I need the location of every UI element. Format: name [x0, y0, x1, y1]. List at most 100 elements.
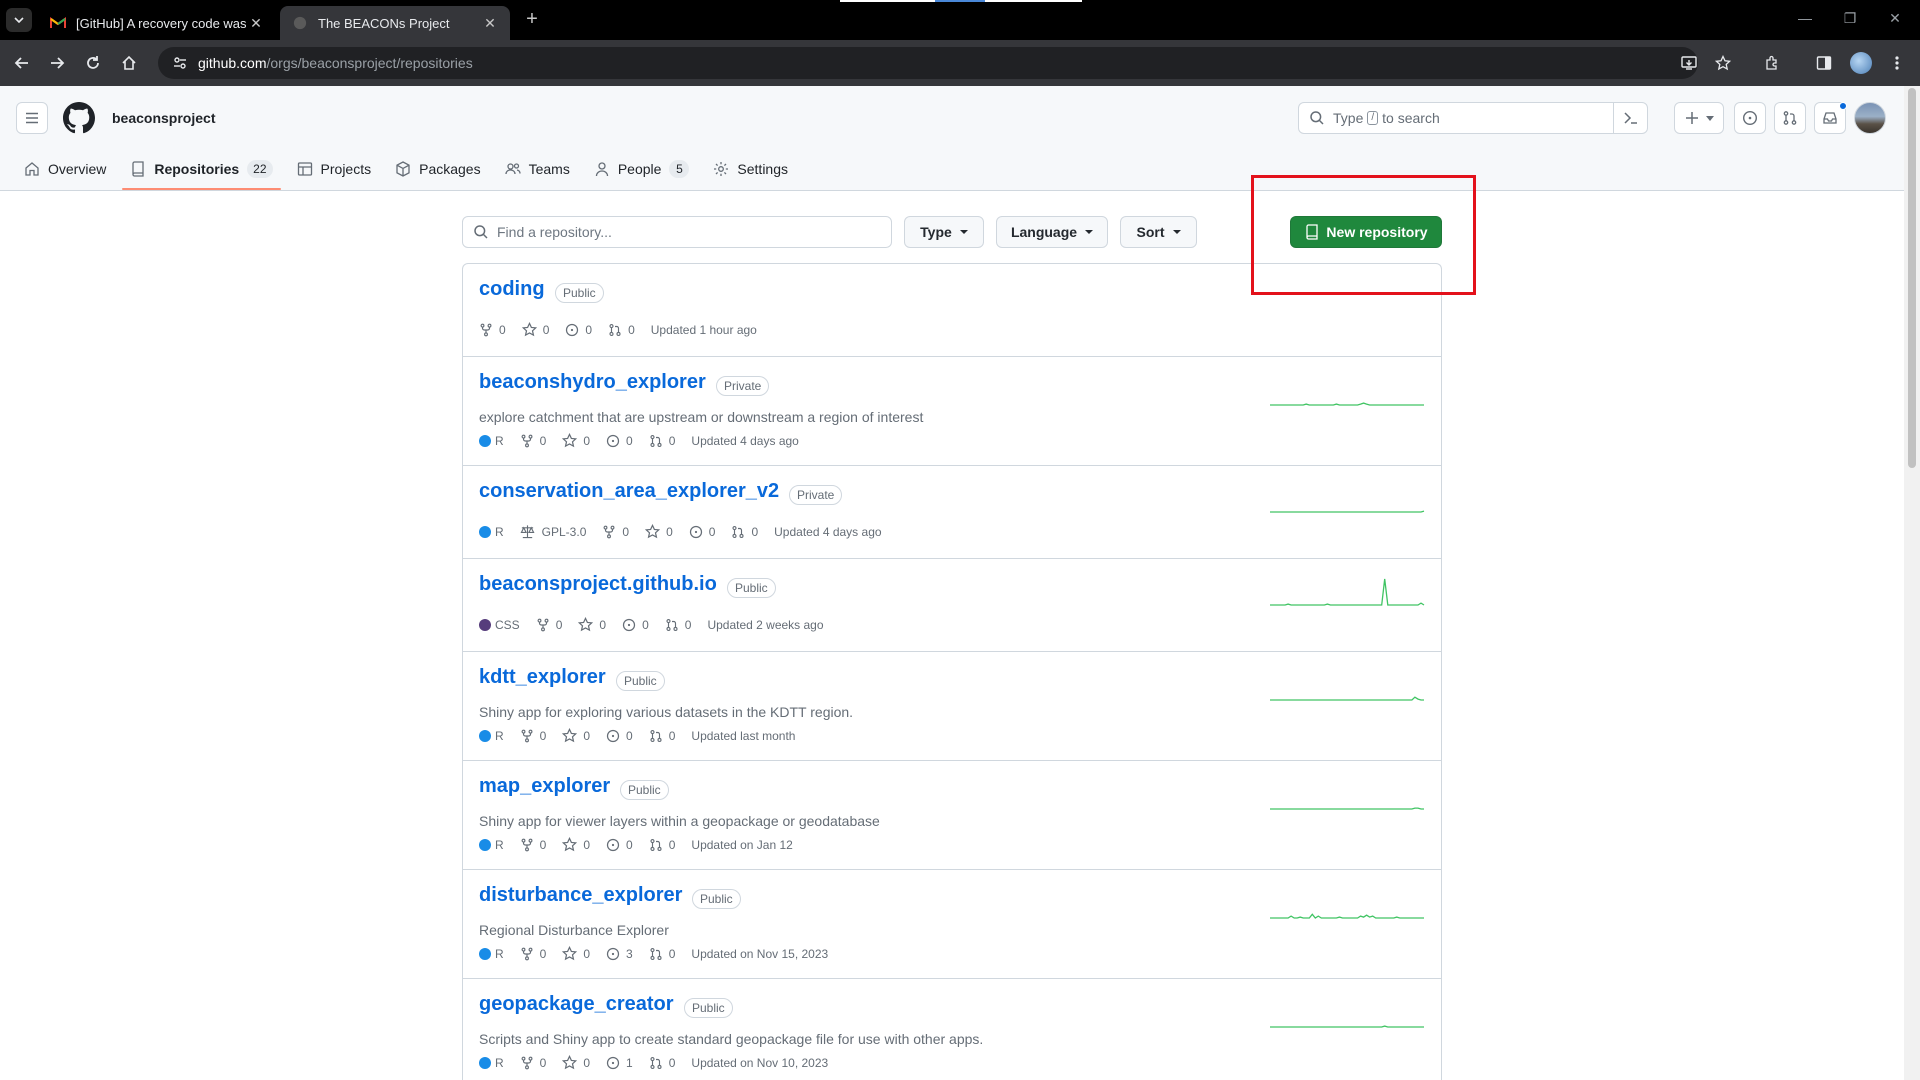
- close-tab-icon[interactable]: ✕: [482, 15, 498, 32]
- repo-forks[interactable]: 0: [520, 838, 546, 852]
- minimize-icon[interactable]: —: [1785, 10, 1825, 26]
- side-panel-icon[interactable]: [1813, 52, 1835, 74]
- repo-issues[interactable]: 0: [606, 434, 633, 448]
- tab-teams[interactable]: Teams: [497, 148, 578, 190]
- create-new-button[interactable]: [1674, 102, 1724, 134]
- page-scrollbar[interactable]: [1904, 86, 1920, 1080]
- repo-pull-requests[interactable]: 0: [649, 434, 675, 448]
- repo-issues[interactable]: 3: [606, 947, 633, 961]
- language-filter-button[interactable]: Language: [996, 216, 1108, 248]
- global-search-input[interactable]: Type / to search: [1298, 102, 1648, 134]
- repo-stars[interactable]: 0: [562, 946, 590, 961]
- repo-meta: CSS 0 0 0 0 Updated 2 weeks ago: [479, 617, 840, 632]
- repo-name-link[interactable]: beaconsproject.github.io: [479, 573, 717, 596]
- repo-forks[interactable]: 0: [520, 1056, 546, 1070]
- repo-name-link[interactable]: kdtt_explorer: [479, 666, 606, 689]
- repo-stars[interactable]: 0: [562, 837, 590, 852]
- repo-updated: Updated 4 days ago: [691, 434, 798, 448]
- tab-search-button[interactable]: [6, 8, 32, 32]
- scrollbar-thumb[interactable]: [1908, 88, 1916, 468]
- repo-pull-requests[interactable]: 0: [608, 323, 635, 337]
- find-repository-input[interactable]: Find a repository...: [462, 216, 892, 248]
- org-name-link[interactable]: beaconsproject: [112, 110, 215, 126]
- repo-pull-requests[interactable]: 0: [649, 729, 675, 743]
- repo-forks[interactable]: 0: [536, 618, 562, 632]
- star-icon: [645, 524, 663, 539]
- repo-forks[interactable]: 0: [520, 434, 546, 448]
- restore-icon[interactable]: ❐: [1830, 10, 1870, 27]
- home-icon[interactable]: [117, 51, 141, 75]
- language-color-dot: [479, 434, 491, 447]
- repo-name-link[interactable]: map_explorer: [479, 775, 610, 798]
- user-avatar[interactable]: [1854, 102, 1886, 134]
- hamburger-menu-icon[interactable]: [16, 102, 48, 134]
- repo-stars[interactable]: 0: [578, 617, 606, 632]
- repo-pull-requests[interactable]: 0: [649, 947, 675, 961]
- repo-pull-requests[interactable]: 0: [665, 618, 691, 632]
- activity-sparkline: [1270, 1025, 1424, 1028]
- repo-pull-requests[interactable]: 0: [649, 838, 675, 852]
- repo-row: map_explorer Public Shiny app for viewer l…: [463, 761, 1441, 870]
- caret-down-icon: [1172, 230, 1181, 234]
- repo-issues[interactable]: 0: [689, 525, 715, 539]
- browser-tab-beacons[interactable]: The BEACONs Project ✕: [280, 6, 510, 40]
- browser-tab-gmail[interactable]: [GitHub] A recovery code was u ✕: [38, 6, 276, 40]
- extensions-icon[interactable]: [1761, 52, 1783, 74]
- repo-forks[interactable]: 0: [602, 525, 629, 539]
- forward-icon[interactable]: [45, 51, 69, 75]
- repo-name-link[interactable]: coding: [479, 278, 545, 301]
- install-app-icon[interactable]: [1678, 52, 1700, 74]
- repo-stars[interactable]: 0: [562, 433, 590, 448]
- tab-settings[interactable]: Settings: [705, 148, 796, 190]
- browser-profile-avatar[interactable]: [1850, 52, 1872, 74]
- tab-packages[interactable]: Packages: [387, 148, 488, 190]
- tab-projects[interactable]: Projects: [289, 148, 380, 190]
- repo-pull-requests[interactable]: 0: [731, 525, 758, 539]
- repo-meta: R 0 0 0 0 Updated last month: [479, 728, 811, 743]
- repo-pull-requests[interactable]: 0: [649, 1056, 675, 1070]
- repo-issues[interactable]: 0: [606, 838, 633, 852]
- tab-overview[interactable]: Overview: [16, 148, 114, 190]
- reload-icon[interactable]: [81, 51, 105, 75]
- command-palette-icon[interactable]: [1613, 103, 1647, 133]
- language-name: R: [495, 433, 504, 448]
- sort-button[interactable]: Sort: [1120, 216, 1197, 248]
- repo-stars[interactable]: 0: [521, 322, 549, 337]
- repo-name-link[interactable]: conservation_area_explorer_v2: [479, 480, 779, 503]
- repo-name-link[interactable]: disturbance_explorer: [479, 884, 682, 907]
- url-host: github.com: [198, 55, 267, 71]
- issue-opened-icon: [606, 838, 623, 852]
- repo-forks[interactable]: 0: [520, 947, 546, 961]
- type-filter-button[interactable]: Type: [904, 216, 984, 248]
- issues-button[interactable]: [1734, 102, 1766, 134]
- repo-language: R: [479, 434, 504, 448]
- tab-repositories[interactable]: Repositories 22: [122, 148, 281, 190]
- repo-license[interactable]: GPL-3.0: [520, 524, 586, 539]
- tab-label: Overview: [48, 161, 107, 177]
- issues-count: 1: [626, 1055, 633, 1070]
- repo-name-link[interactable]: beaconshydro_explorer: [479, 371, 706, 394]
- browser-menu-icon[interactable]: [1886, 52, 1908, 74]
- language-color-dot: [479, 947, 491, 960]
- close-window-icon[interactable]: ✕: [1875, 10, 1915, 27]
- repo-name-link[interactable]: geopackage_creator: [479, 993, 674, 1016]
- repo-issues[interactable]: 0: [622, 618, 649, 632]
- repo-issues[interactable]: 1: [606, 1056, 633, 1070]
- repo-issues[interactable]: 0: [565, 323, 592, 337]
- github-logo-icon[interactable]: [63, 102, 95, 134]
- site-info-icon[interactable]: [172, 55, 188, 71]
- repo-forks[interactable]: 0: [520, 729, 546, 743]
- repo-stars[interactable]: 0: [645, 524, 673, 539]
- repo-stars[interactable]: 0: [562, 728, 590, 743]
- repo-forks[interactable]: 0: [479, 323, 506, 337]
- repo-updated: Updated 4 days ago: [774, 525, 881, 539]
- pull-requests-button[interactable]: [1774, 102, 1806, 134]
- new-tab-button[interactable]: +: [520, 8, 544, 31]
- repo-stars[interactable]: 0: [562, 1055, 590, 1070]
- tab-people[interactable]: People 5: [586, 148, 698, 190]
- repo-issues[interactable]: 0: [606, 729, 633, 743]
- bookmark-star-icon[interactable]: [1712, 52, 1734, 74]
- address-bar[interactable]: github.com/orgs/beaconsproject/repositor…: [158, 47, 1698, 79]
- back-icon[interactable]: [10, 51, 34, 75]
- close-tab-icon[interactable]: ✕: [248, 15, 264, 32]
